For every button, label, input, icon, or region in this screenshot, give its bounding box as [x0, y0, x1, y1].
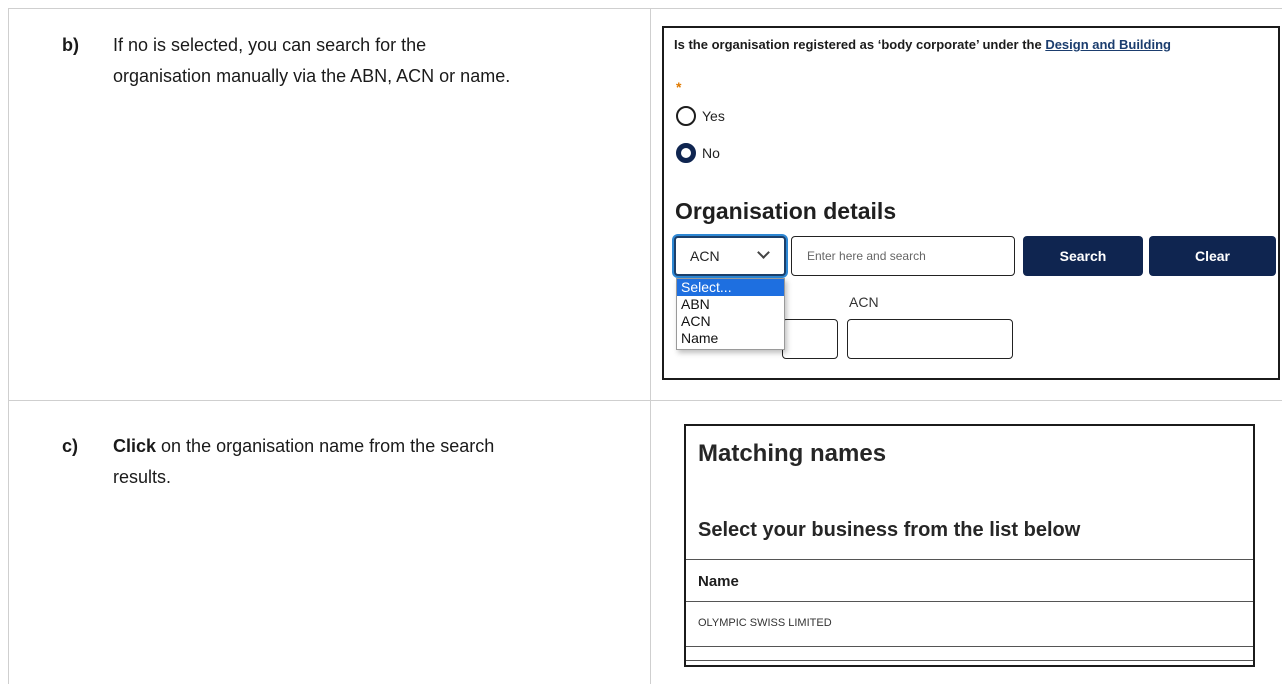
table-top-border — [8, 8, 1282, 9]
search-type-value: ACN — [690, 248, 720, 264]
acn-field[interactable] — [847, 319, 1013, 359]
table-left-border — [8, 8, 9, 684]
abn-field[interactable] — [782, 319, 838, 359]
dropdown-option-select[interactable]: Select... — [677, 279, 784, 296]
select-business-subheading: Select your business from the list below — [698, 519, 1081, 541]
radio-no-label[interactable]: No — [702, 145, 720, 161]
step-b-letter: b) — [62, 35, 79, 55]
step-b-line1: If no is selected, you can search for th… — [113, 35, 427, 55]
dropdown-option-abn[interactable]: ABN — [677, 296, 784, 313]
organisation-name-cell[interactable]: OLYMPIC SWISS LIMITED — [698, 617, 832, 629]
organisation-details-heading: Organisation details — [675, 198, 897, 224]
design-and-building-link[interactable]: Design and Building — [1045, 37, 1171, 52]
required-marker: * — [676, 79, 682, 95]
table-row[interactable]: OLYMPIC SWISS LIMITED — [686, 602, 1253, 646]
chevron-down-icon — [757, 246, 770, 259]
name-column-header: Name — [698, 573, 739, 590]
matching-names-heading: Matching names — [698, 440, 887, 467]
acn-label: ACN — [849, 294, 879, 310]
search-type-dropdown: Select... ABN ACN Name — [676, 278, 785, 350]
step-b-line2: organisation manually via the ABN, ACN o… — [113, 66, 511, 86]
dropdown-option-name[interactable]: Name — [677, 330, 784, 347]
radio-yes[interactable] — [676, 106, 696, 126]
table-row-divider — [8, 400, 1282, 401]
organisation-form-screenshot: Is the organisation registered as ‘body … — [662, 26, 1280, 380]
search-button[interactable]: Search — [1023, 236, 1143, 276]
dropdown-option-acn[interactable]: ACN — [677, 313, 784, 330]
search-type-select[interactable]: ACN — [674, 236, 786, 276]
matching-names-screenshot: Matching names Select your business from… — [684, 424, 1255, 667]
search-input[interactable] — [791, 236, 1015, 276]
clear-button[interactable]: Clear — [1149, 236, 1276, 276]
step-c-line1: Click on the organisation name from the … — [113, 433, 494, 460]
screenshot-bottom-divider — [686, 660, 1253, 661]
results-table: Name OLYMPIC SWISS LIMITED — [686, 559, 1253, 647]
question-text: Is the organisation registered as ‘body … — [674, 37, 1046, 52]
body-corporate-question: Is the organisation registered as ‘body … — [674, 37, 1171, 52]
radio-no[interactable] — [676, 143, 696, 163]
table-column-divider — [650, 8, 651, 684]
step-c-line2: results. — [113, 467, 172, 487]
radio-yes-label[interactable]: Yes — [702, 108, 725, 124]
step-c-bold-click: Click — [113, 436, 157, 456]
step-c-letter: c) — [62, 436, 79, 456]
step-c-line1-rest: on the organisation name from the search — [156, 436, 495, 456]
